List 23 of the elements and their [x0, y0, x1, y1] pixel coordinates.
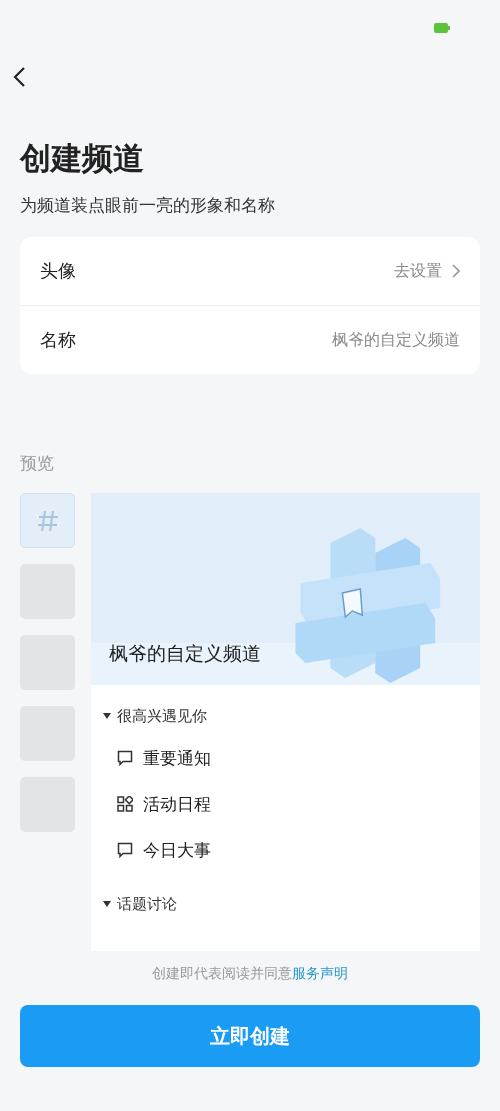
create-button[interactable]: 立即创建 [20, 1005, 480, 1067]
section-label: 预览 [20, 452, 55, 475]
category-name: 话题讨论 [117, 894, 177, 914]
channel-name: 今日大事 [143, 838, 211, 862]
grid-icon [117, 796, 133, 812]
back-icon[interactable] [12, 66, 26, 88]
channel-name: 重要通知 [143, 746, 211, 770]
thumbnail[interactable] [20, 493, 75, 548]
setting-label: 名称 [40, 328, 76, 352]
page-title: 创建频道 [20, 139, 145, 178]
service-link[interactable]: 服务声明 [292, 965, 348, 981]
category-name: 很高兴遇见你 [117, 706, 207, 726]
chat-icon [117, 750, 133, 766]
channel-name: 活动日程 [143, 792, 211, 816]
setting-value: 枫爷的自定义频道 [332, 329, 460, 351]
battery-icon [434, 23, 450, 33]
banner-title: 枫爷的自定义频道 [109, 641, 261, 666]
setting-label: 头像 [40, 259, 76, 283]
page-subtitle: 为频道装点眼前一亮的形象和名称 [20, 194, 276, 217]
agreement-text: 创建即代表阅读并同意服务声明 [152, 965, 348, 983]
setting-link[interactable]: 去设置 [394, 260, 442, 282]
chat-icon [117, 842, 133, 858]
chevron-right-icon [452, 264, 460, 278]
